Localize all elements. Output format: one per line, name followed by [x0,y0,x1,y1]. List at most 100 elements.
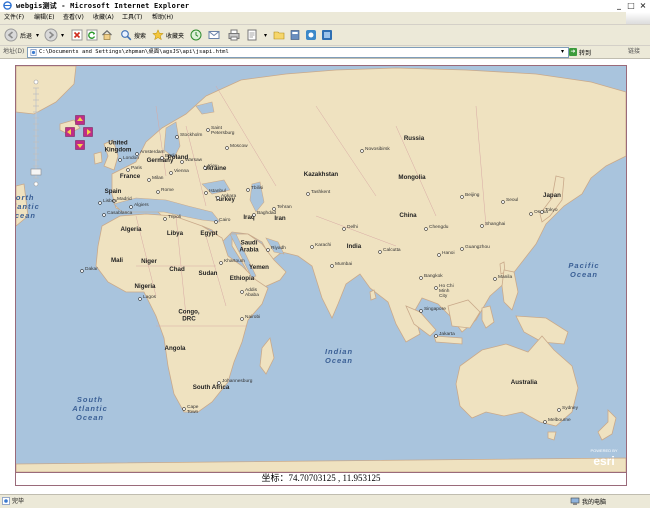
favorites-button[interactable]: 收藏夹 [152,25,184,45]
forward-arrow-icon [44,28,58,42]
address-label: 地址(D) [3,48,25,55]
search-button[interactable]: 搜索 [120,25,146,45]
menu-tools[interactable]: 工具(T) [122,12,142,24]
city-label-vienna: Vienna [174,168,189,174]
minimize-button[interactable]: _ [614,1,624,11]
city-marker-paris [126,168,130,172]
city-marker-milan [147,178,151,182]
city-marker-casablanca [102,213,106,217]
city-label-lisbon: Lisbon [103,198,117,204]
map-view[interactable]: Russia Kazakhstan Mongolia China India Iran Ir… [15,65,627,473]
mail-button[interactable] [208,25,222,45]
menu-favorites[interactable]: 收藏(A) [93,12,114,24]
country-label-angola: Angola [165,345,187,352]
pan-down-button[interactable] [75,140,85,150]
country-label-chad: Chad [169,266,185,273]
ocean-label-1: Pacific Ocean [568,261,599,279]
country-label-nigeria: Nigeria [135,283,157,290]
city-label-warsaw: Warsaw [185,157,203,163]
mail-icon [208,31,220,39]
back-dropdown[interactable]: ▾ [34,25,39,45]
country-label-libya: Libya [167,230,184,237]
go-button[interactable]: ➜ 转到 [569,46,591,58]
city-amsterdam: Amsterdam [135,149,165,156]
menu-view[interactable]: 查看(V) [63,12,84,24]
esri-attribution-logo: POWERED BY esri [590,448,617,468]
city-label-novosibirsk: Novosibirsk [365,146,390,152]
city-label-cairo: Cairo [219,217,231,223]
links-button[interactable]: 链接 [628,46,640,58]
city-marker-melbourne [543,420,547,424]
maximize-button[interactable]: □ [626,1,636,11]
menu-bar: 文件(F) 编辑(E) 查看(V) 收藏(A) 工具(T) 帮助(H) [0,12,650,25]
close-button[interactable]: × [638,1,648,11]
city-novosibirsk: Novosibirsk [360,146,390,153]
city-marker-kiev [203,166,207,170]
document-icon [247,29,257,41]
city-marker-tashkent [306,192,310,196]
back-button[interactable]: 后退 [4,25,32,45]
edit-button[interactable] [246,25,258,45]
zoom-in-icon[interactable] [33,79,39,85]
city-chengdu: Chengdu [424,224,449,231]
security-zone: 我的电脑 [570,495,606,508]
pan-up-button[interactable] [75,115,85,125]
address-input[interactable]: C:\Documents and Settings\zhpman\桌面\agsJ… [27,47,569,58]
messenger-icon [306,30,316,40]
city-label-paris: Paris [131,165,143,171]
city-shanghai: Shanghai [480,221,505,228]
edit-dropdown[interactable]: ▾ [262,25,267,45]
world-map[interactable]: RussiaKazakhstan MongoliaChinaIndiaIranIr… [16,66,626,472]
zoom-out-icon[interactable] [33,181,39,187]
city-marker-algiers [129,205,133,209]
city-marker-ho-chi-minh-city [434,286,438,290]
extra-button[interactable] [321,25,333,45]
forward-dropdown[interactable]: ▾ [59,25,64,45]
city-marker-bangkok [419,276,423,280]
city-label-ankara: Ankara [221,193,237,199]
pan-right-button[interactable] [83,127,93,137]
menu-file[interactable]: 文件(F) [4,12,24,24]
city-marker-seoul [501,200,505,204]
city-marker-cape-town [182,407,186,411]
home-button[interactable] [101,25,113,45]
refresh-icon [86,29,98,41]
pan-left-button[interactable] [65,127,75,137]
city-label-chengdu: Chengdu [429,224,449,230]
city-label-sydney: Sydney [562,405,579,411]
city-marker-riyadh [266,248,270,252]
city-marker-cairo [214,220,218,224]
city-marker-tokyo [540,210,544,214]
stop-button[interactable] [71,25,83,45]
city-marker-mumbai [330,264,334,268]
city-marker-delhi [342,227,346,231]
city-marker-calcutta [378,250,382,254]
refresh-button[interactable] [86,25,98,45]
city-marker-stockholm [175,135,179,139]
city-label-baghdad: Baghdad [257,210,277,216]
address-dropdown-icon[interactable]: ▾ [558,47,567,56]
city-marker-beijing [460,195,464,199]
messenger-button[interactable] [305,25,317,45]
window-title-bar[interactable]: webgis测试 - Microsoft Internet Explorer _… [0,0,650,12]
forward-button[interactable] [44,25,58,45]
history-button[interactable] [190,25,202,45]
research-button[interactable] [289,25,301,45]
city-marker-nairobi [240,317,244,321]
city-label-guangzhou: Guangzhou [465,244,490,250]
menu-help[interactable]: 帮助(H) [152,12,173,24]
city-label-berlin: Berlin [165,153,178,159]
page-content: Russia Kazakhstan Mongolia China India Iran Ir… [0,59,650,494]
print-button[interactable] [228,25,240,45]
coordinate-readout: 坐标：74.70703125 , 11.953125 [15,472,627,486]
country-label-spain: Spain [105,188,122,195]
toolbar: 后退 ▾ ▾ 搜索 收藏夹 ▾ [0,25,650,46]
city-label-singapore: Singapore [424,306,446,312]
star-icon [152,29,164,41]
folder-button[interactable] [273,25,285,45]
zoom-slider-thumb[interactable] [30,168,42,176]
menu-edit[interactable]: 编辑(E) [34,12,54,24]
country-label-niger: Niger [141,258,157,265]
city-guangzhou: Guangzhou [460,244,490,251]
go-arrow-icon: ➜ [569,48,577,56]
